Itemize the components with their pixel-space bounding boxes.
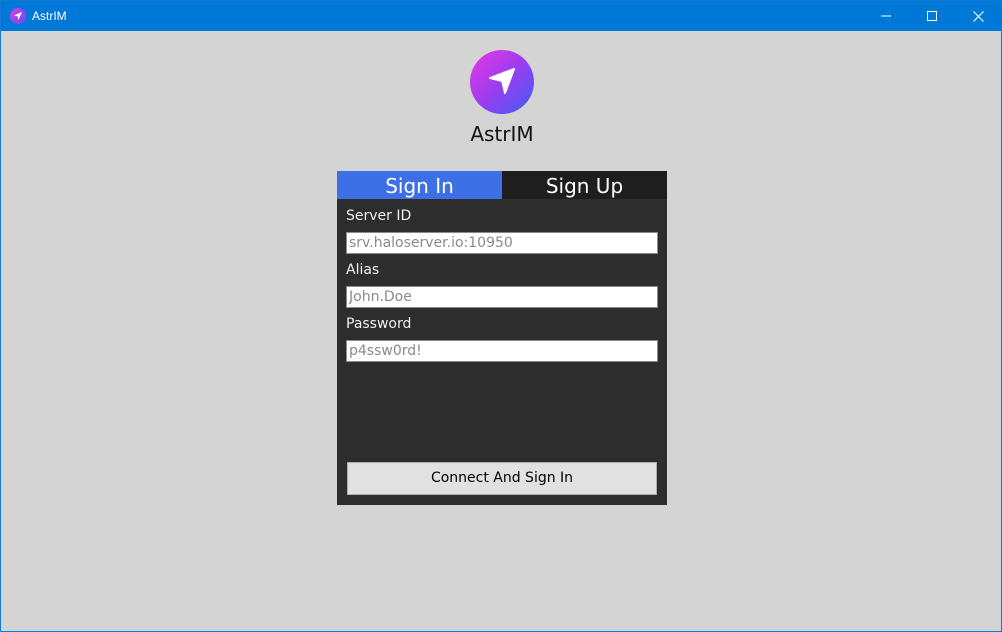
password-label: Password xyxy=(346,316,412,332)
server-id-input[interactable] xyxy=(346,232,658,254)
tab-sign-up[interactable]: Sign Up xyxy=(502,171,667,199)
app-title-icon xyxy=(10,8,26,24)
alias-label: Alias xyxy=(346,262,380,278)
alias-input[interactable] xyxy=(346,286,658,308)
auth-panel: Sign In Sign Up Server ID Alias Password… xyxy=(337,171,667,505)
tab-sign-in[interactable]: Sign In xyxy=(337,171,502,199)
minimize-icon xyxy=(881,15,891,17)
close-icon xyxy=(972,10,984,22)
password-input[interactable] xyxy=(346,340,658,362)
maximize-icon xyxy=(927,11,937,21)
close-button[interactable] xyxy=(955,1,1001,31)
title-bar[interactable]: AstrIM xyxy=(1,1,1001,31)
connect-sign-in-button[interactable]: Connect And Sign In xyxy=(347,462,657,495)
app-logo xyxy=(470,50,534,114)
maximize-button[interactable] xyxy=(909,1,955,31)
server-id-label: Server ID xyxy=(346,208,412,224)
app-name: AstrIM xyxy=(470,122,534,146)
app-window: AstrIM AstrIM Sign In Sign Up Server ID … xyxy=(0,0,1002,632)
window-title: AstrIM xyxy=(32,9,67,23)
minimize-button[interactable] xyxy=(863,1,909,31)
send-arrow-icon xyxy=(489,68,515,94)
